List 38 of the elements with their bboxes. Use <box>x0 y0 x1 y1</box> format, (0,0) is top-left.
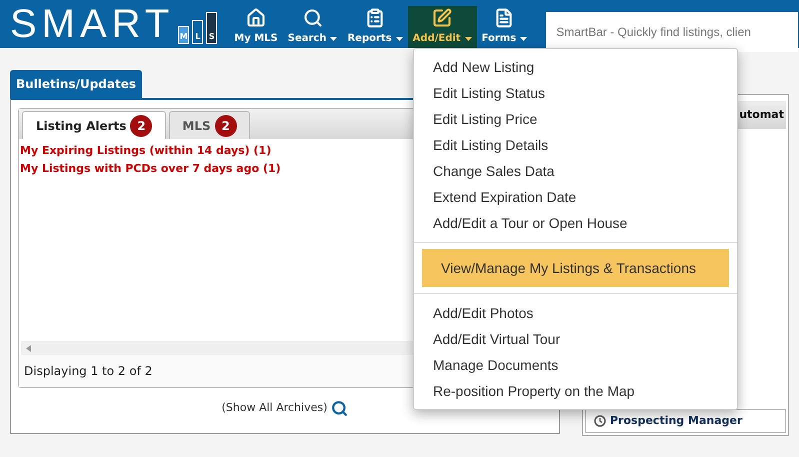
menu-item[interactable]: Extend Expiration Date <box>414 184 737 210</box>
menu-item[interactable]: View/Manage My Listings & Transactions <box>422 249 729 287</box>
side-panel-title: utomat <box>739 106 784 123</box>
nav-button[interactable]: Add/Edit <box>408 6 477 48</box>
clock-icon <box>594 415 606 427</box>
archives-link[interactable]: (Show All Archives) <box>222 400 328 417</box>
smartbar-field[interactable]: SmartBar - Quickly find listings, clien <box>546 12 798 52</box>
menu-item[interactable]: Add/Edit Photos <box>414 300 737 326</box>
menu-item[interactable]: Manage Documents <box>414 352 737 378</box>
menu-item[interactable]: Add/Edit Virtual Tour <box>414 326 737 352</box>
panel-tab[interactable]: Bulletins/Updates <box>10 70 142 98</box>
search-icon <box>302 8 323 28</box>
menu-item[interactable]: Edit Listing Status <box>414 80 737 106</box>
logo-letter: S <box>206 12 218 44</box>
form-icon <box>494 8 514 28</box>
edit-icon <box>432 8 452 28</box>
scroll-left-icon <box>26 344 31 352</box>
nav-button[interactable]: Forms <box>476 6 532 48</box>
tab[interactable]: Listing Alerts 2 <box>22 111 166 139</box>
menu-item[interactable]: Add New Listing <box>414 54 737 80</box>
nav-button[interactable]: Search <box>282 6 342 48</box>
nav-button[interactable]: My MLS <box>229 6 283 48</box>
logo-text: SMART <box>10 4 174 44</box>
search-icon[interactable] <box>331 400 348 417</box>
report-icon <box>365 8 386 28</box>
logo-letter: M <box>178 26 190 44</box>
menu-item[interactable]: Add/Edit a Tour or Open House <box>414 210 737 236</box>
menu-item[interactable]: Re-position Property on the Map <box>414 378 737 404</box>
menu-item[interactable]: Edit Listing Details <box>414 132 737 158</box>
menu-item[interactable]: Edit Listing Price <box>414 106 737 132</box>
count-badge: 2 <box>130 114 152 136</box>
pager-status: Displaying 1 to 2 of 2 <box>24 363 152 380</box>
count-badge: 2 <box>214 114 237 136</box>
tab[interactable]: MLS 2 <box>169 111 250 139</box>
menu-item[interactable]: Change Sales Data <box>414 158 737 184</box>
nav-button[interactable]: Reports <box>342 6 408 48</box>
home-icon <box>246 8 266 28</box>
logo-letter: L <box>192 20 204 44</box>
